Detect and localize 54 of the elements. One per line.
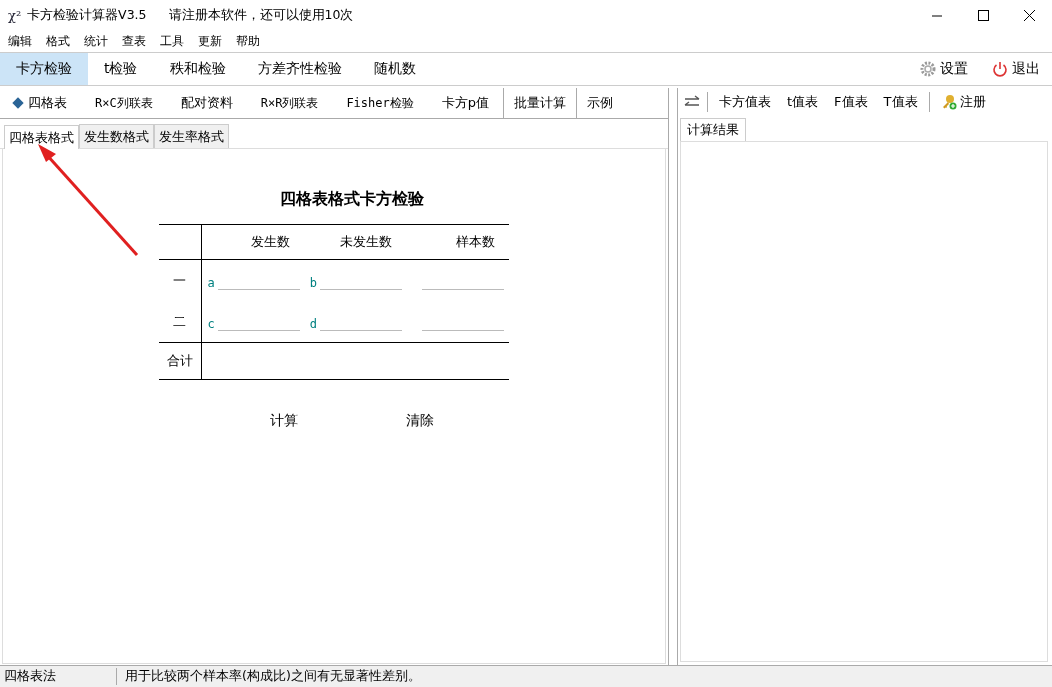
window-title: 卡方检验计算器V3.5 <box>27 6 147 24</box>
test-tab[interactable]: R×R列联表 <box>246 88 333 118</box>
column-header: 发生数 <box>250 234 290 249</box>
row-label: 一 <box>173 272 186 288</box>
menu-item[interactable]: 更新 <box>198 32 229 50</box>
power-icon <box>992 61 1008 77</box>
table-button[interactable]: T值表 <box>875 93 926 111</box>
main-tab[interactable]: 随机数 <box>357 53 432 85</box>
menu-item[interactable]: 帮助 <box>236 32 267 50</box>
test-tab[interactable]: R×C列联表 <box>81 88 167 118</box>
status-text: 用于比较两个样本率(构成比)之间有无显著性差别。 <box>124 668 421 685</box>
column-header: 样本数 <box>455 234 495 249</box>
swap-icon[interactable] <box>683 95 701 109</box>
cell-letter: a <box>207 276 216 290</box>
main-tab[interactable]: 方差齐性检验 <box>241 53 358 85</box>
main-tab[interactable]: 秩和检验 <box>153 53 242 85</box>
close-icon[interactable] <box>1023 9 1035 21</box>
format-tab[interactable]: 发生数格式 <box>79 124 154 148</box>
format-tab[interactable]: 发生率格式 <box>154 124 229 148</box>
table-button[interactable]: F值表 <box>826 93 876 111</box>
row-label: 合计 <box>166 353 193 368</box>
test-tab[interactable]: 卡方p值 <box>427 88 503 118</box>
form-button[interactable]: 计算 <box>263 410 304 432</box>
status-label: 四格表法 <box>0 668 117 685</box>
menu-item[interactable]: 工具 <box>160 32 191 50</box>
test-tab[interactable]: 四格表 <box>0 88 81 118</box>
test-tab[interactable]: 配对资料 <box>166 88 247 118</box>
table-button[interactable]: t值表 <box>779 93 827 111</box>
test-tab[interactable]: Fisher检验 <box>332 88 428 118</box>
register-button[interactable]: 注册 <box>932 93 994 111</box>
format-tab[interactable]: 四格表格式 <box>4 125 79 149</box>
menu-item[interactable]: 编辑 <box>8 32 39 50</box>
toolbar-button[interactable]: 示例 <box>576 88 623 118</box>
notice-text: 请注册本软件，还可以使用10次 <box>168 6 354 24</box>
settings-icon <box>920 61 936 77</box>
maximize-icon[interactable] <box>977 9 989 21</box>
exit-button[interactable]: 退出 <box>980 53 1052 85</box>
result-tab[interactable]: 计算结果 <box>680 118 746 141</box>
row-label: 二 <box>173 313 186 329</box>
cell-letter: d <box>309 317 318 331</box>
app-icon: χ² <box>8 7 22 23</box>
main-tab[interactable]: t检验 <box>88 53 154 85</box>
cell-letter: c <box>207 317 216 331</box>
table-button[interactable]: 卡方值表 <box>711 93 779 111</box>
menu-item[interactable]: 统计 <box>84 32 115 50</box>
column-header: 未发生数 <box>340 234 393 249</box>
toolbar-button[interactable]: 批量计算 <box>503 88 576 118</box>
settings-button[interactable]: 设置 <box>908 53 980 85</box>
menu-item[interactable]: 查表 <box>122 32 153 50</box>
menu-item[interactable]: 格式 <box>46 32 77 50</box>
form-button[interactable]: 清除 <box>399 410 440 432</box>
main-tab[interactable]: 卡方检验 <box>0 53 88 85</box>
form-title: 四格表格式卡方检验 <box>279 189 424 210</box>
cell-letter: b <box>309 276 318 290</box>
